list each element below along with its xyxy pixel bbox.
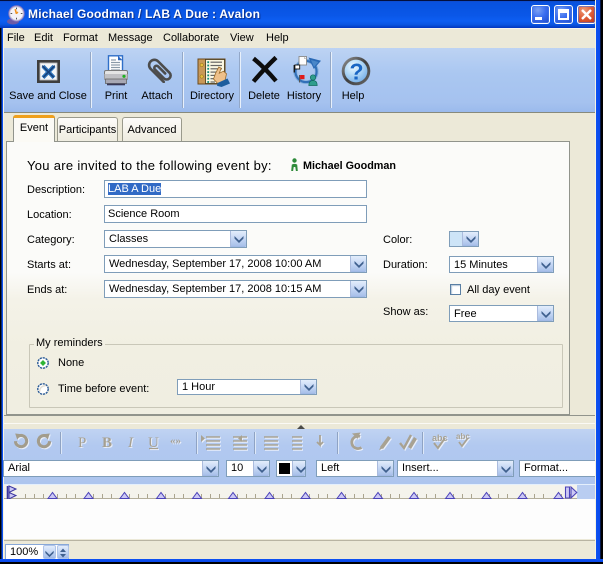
svg-text:I: I (127, 435, 134, 451)
svg-text:P: P (78, 435, 86, 451)
svg-text:abc: abc (432, 433, 448, 443)
svg-text:B: B (102, 435, 112, 451)
svg-text:«»: «» (170, 435, 181, 447)
svg-text:?: ? (349, 59, 363, 85)
svg-text:abc: abc (456, 432, 470, 441)
